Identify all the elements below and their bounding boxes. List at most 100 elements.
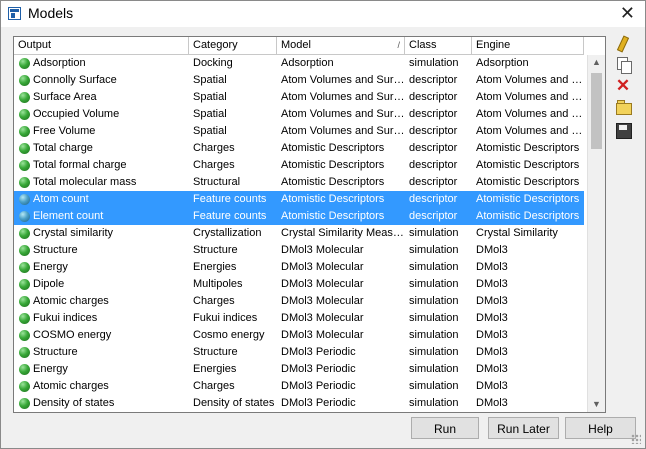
cell-engine: Atomistic Descriptors (476, 193, 580, 205)
cell-model: DMol3 Periodic (281, 397, 356, 409)
cell-model: Crystal Similarity Measure (281, 227, 405, 239)
cell-output: Total charge (33, 142, 93, 154)
cell-category: Cosmo energy (193, 329, 265, 341)
table-row[interactable]: Connolly Surface Spatial Atom Volumes and … (14, 72, 584, 89)
cell-category: Energies (193, 363, 237, 375)
column-header-class[interactable]: Class (405, 37, 472, 54)
cell-model: Atomistic Descriptors (281, 176, 385, 188)
cell-output: Dipole (33, 278, 65, 290)
vertical-scrollbar[interactable]: ▲ ▼ (587, 55, 605, 412)
cell-class: simulation (409, 329, 459, 341)
chevron-up-icon[interactable]: ▲ (588, 55, 605, 70)
cell-output: Density of states (33, 397, 115, 409)
cell-category: Structural (193, 176, 241, 188)
column-header-output[interactable]: Output (14, 37, 189, 54)
cell-model: DMol3 Molecular (281, 278, 364, 290)
cell-category: Charges (193, 159, 235, 171)
table-row[interactable]: Structure Structure DMol3 Molecular simulat… (14, 242, 584, 259)
cell-output: Adsorption (33, 57, 86, 69)
table-row[interactable]: Element count Feature counts Atomistic Des… (14, 208, 584, 225)
cell-engine: Atom Volumes and Surfaces (476, 91, 584, 103)
table-row[interactable]: Total charge Charges Atomistic Descriptors… (14, 140, 584, 157)
table-row[interactable]: Crystal similarity Crystallization Crystal… (14, 225, 584, 242)
cell-engine: Atomistic Descriptors (476, 159, 580, 171)
column-header-category[interactable]: Category (189, 37, 277, 54)
save-icon[interactable] (613, 121, 633, 141)
cell-output: Crystal similarity (33, 227, 114, 239)
table-row[interactable]: Occupied Volume Spatial Atom Volumes and S… (14, 106, 584, 123)
run-button[interactable]: Run (411, 417, 479, 439)
cell-model: Atom Volumes and Surfaces (281, 125, 405, 137)
table-row[interactable]: Surface Area Spatial Atom Volumes and Surf… (14, 89, 584, 106)
cell-category: Structure (193, 346, 238, 358)
cell-output: Element count (33, 210, 104, 222)
cell-category: Crystallization (193, 227, 262, 239)
cell-class: simulation (409, 380, 459, 392)
cell-class: simulation (409, 295, 459, 307)
chevron-down-icon[interactable]: ▼ (588, 397, 605, 412)
cell-engine: DMol3 (476, 380, 508, 392)
cell-output: Structure (33, 244, 78, 256)
table-row[interactable]: Atomic charges Charges DMol3 Molecular simu… (14, 293, 584, 310)
open-folder-icon[interactable] (613, 97, 633, 117)
table-row[interactable]: Free Volume Spatial Atom Volumes and Surfa… (14, 123, 584, 140)
table-row[interactable]: COSMO energy Cosmo energy DMol3 Molecular s… (14, 327, 584, 344)
cell-class: simulation (409, 227, 459, 239)
cell-engine: Atom Volumes and Surfaces (476, 74, 584, 86)
models-table[interactable]: Output Category Model / Class Engine Adso… (13, 36, 606, 413)
cell-engine: DMol3 (476, 244, 508, 256)
cell-output: Connolly Surface (33, 74, 117, 86)
table-row[interactable]: Fukui indices Fukui indices DMol3 Molecula… (14, 310, 584, 327)
edit-pencil-icon[interactable] (613, 35, 633, 55)
cell-class: descriptor (409, 91, 458, 103)
run-later-button[interactable]: Run Later (488, 417, 559, 439)
table-row[interactable]: Dipole Multipoles DMol3 Molecular simulatio… (14, 276, 584, 293)
cell-output: Occupied Volume (33, 108, 120, 120)
cell-category: Spatial (193, 74, 227, 86)
column-header-model[interactable]: Model / (277, 37, 405, 54)
cell-engine: Atom Volumes and Surfaces (476, 125, 584, 137)
table-row[interactable]: Total molecular mass Structural Atomistic … (14, 174, 584, 191)
table-row[interactable]: Atomic charges Charges DMol3 Periodic simul… (14, 378, 584, 395)
cell-model: Atom Volumes and Surfaces (281, 108, 405, 120)
models-dialog: Models ✕ Output Category Model / Class En… (0, 0, 646, 449)
cell-model: Atomistic Descriptors (281, 210, 385, 222)
column-header-engine[interactable]: Engine (472, 37, 584, 54)
scrollbar-thumb[interactable] (591, 73, 602, 149)
cell-output: Surface Area (33, 91, 97, 103)
cell-model: DMol3 Periodic (281, 363, 356, 375)
cell-category: Structure (193, 244, 238, 256)
table-row[interactable]: Energy Energies DMol3 Molecular simulation D… (14, 259, 584, 276)
cell-class: descriptor (409, 125, 458, 137)
cell-engine: Atomistic Descriptors (476, 176, 580, 188)
table-row[interactable]: Atom count Feature counts Atomistic Descri… (14, 191, 584, 208)
table-row[interactable]: Structure Structure DMol3 Periodic simulati… (14, 344, 584, 361)
cell-model: DMol3 Periodic (281, 346, 356, 358)
cell-engine: Crystal Similarity (476, 227, 558, 239)
sort-indicator-icon: / (397, 40, 400, 50)
cell-category: Energies (193, 261, 237, 273)
cell-category: Multipoles (193, 278, 243, 290)
cell-model: Atomistic Descriptors (281, 142, 385, 154)
copy-icon[interactable] (613, 55, 633, 75)
close-icon[interactable]: ✕ (620, 3, 635, 24)
table-row[interactable]: Adsorption Docking Adsorption simulation Ads… (14, 55, 584, 72)
cell-class: descriptor (409, 159, 458, 171)
cell-model: Adsorption (281, 57, 334, 69)
cell-class: simulation (409, 278, 459, 290)
cell-output: Total formal charge (33, 159, 127, 171)
table-row[interactable]: Total formal charge Charges Atomistic Desc… (14, 157, 584, 174)
cell-model: DMol3 Molecular (281, 329, 364, 341)
column-header-model-label: Model (281, 39, 311, 51)
resize-grip[interactable] (631, 434, 641, 444)
cell-category: Fukui indices (193, 312, 258, 324)
cell-class: simulation (409, 312, 459, 324)
help-button[interactable]: Help (565, 417, 636, 439)
window-title: Models (28, 5, 74, 21)
cell-class: descriptor (409, 74, 458, 86)
cell-model: DMol3 Periodic (281, 380, 356, 392)
delete-icon[interactable]: ✕ (613, 76, 633, 96)
table-row[interactable]: Density of states Density of states DMol3 … (14, 395, 584, 412)
table-row[interactable]: Energy Energies DMol3 Periodic simulation DM… (14, 361, 584, 378)
cell-category: Spatial (193, 108, 227, 120)
